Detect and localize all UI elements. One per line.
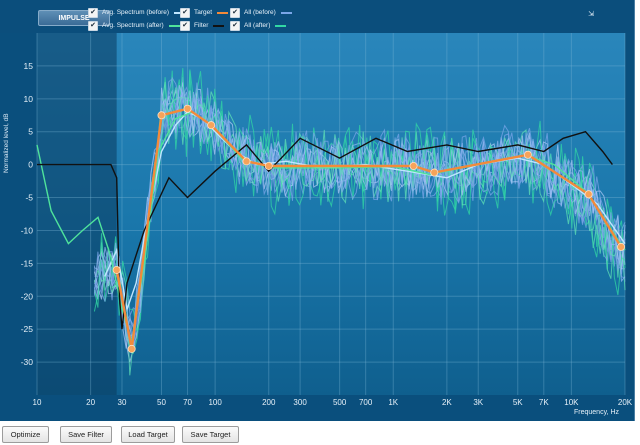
target-point-handle[interactable] <box>112 265 121 274</box>
save-target-button[interactable]: Save Target <box>182 426 239 443</box>
x-tick-label: 300 <box>293 398 307 407</box>
x-tick-label: 10K <box>564 398 579 407</box>
x-tick-label: 700 <box>359 398 373 407</box>
target-point-handle[interactable] <box>242 157 251 166</box>
load-target-button[interactable]: Load Target <box>121 426 175 443</box>
target-point-handle[interactable] <box>183 104 192 113</box>
x-tick-label: 20 <box>86 398 95 407</box>
x-tick-label: 1K <box>388 398 398 407</box>
x-tick-label: 10 <box>33 398 42 407</box>
y-tick-label: -25 <box>21 324 34 334</box>
target-point-handle[interactable] <box>127 344 136 353</box>
x-axis-title: Frequency, Hz <box>574 409 619 416</box>
x-tick-label: 500 <box>333 398 347 407</box>
filter-editor-window: IMPULSE ✔ Avg. Spectrum (before) ✔ Targe… <box>0 0 640 445</box>
x-tick-label: 5K <box>513 398 523 407</box>
y-tick-label: -10 <box>21 225 34 235</box>
y-tick-label: -30 <box>21 357 34 367</box>
x-tick-label: 30 <box>118 398 127 407</box>
frequency-response-chart: 10 20 30 50 70 100 200 300 500 700 1K 2K 3K 5K 7K 10K 20… <box>21 33 633 407</box>
x-tick-label: 70 <box>183 398 192 407</box>
y-tick-label: 15 <box>24 61 34 71</box>
y-tick-label: -20 <box>21 291 34 301</box>
y-tick-label: 5 <box>28 127 33 137</box>
target-point-handle[interactable] <box>157 111 166 120</box>
y-axis-title: Normalized level, dB <box>3 113 13 173</box>
x-tick-label: 20K <box>618 398 633 407</box>
target-point-handle[interactable] <box>523 150 532 159</box>
x-tick-label: 2K <box>442 398 452 407</box>
excluded-low-band <box>37 33 117 395</box>
target-point-handle[interactable] <box>207 121 216 130</box>
target-point-handle[interactable] <box>409 161 418 170</box>
x-tick-label: 100 <box>208 398 222 407</box>
target-point-handle[interactable] <box>617 242 626 251</box>
target-point-handle[interactable] <box>584 190 593 199</box>
y-tick-label: 10 <box>24 94 34 104</box>
save-filter-button[interactable]: Save Filter <box>60 426 112 443</box>
x-tick-label: 200 <box>262 398 276 407</box>
y-tick-label: -5 <box>25 193 33 203</box>
chart-panel: IMPULSE ✔ Avg. Spectrum (before) ✔ Targe… <box>0 0 635 421</box>
optimize-button[interactable]: Optimize <box>2 426 49 443</box>
y-tick-label: 0 <box>28 160 33 170</box>
x-tick-label: 7K <box>539 398 549 407</box>
x-tick-label: 3K <box>473 398 483 407</box>
x-tick-label: 50 <box>157 398 166 407</box>
y-axis-title-text: Normalized level, dB <box>3 113 10 173</box>
y-tick-label: -15 <box>21 258 34 268</box>
target-point-handle[interactable] <box>430 168 439 177</box>
target-point-handle[interactable] <box>264 161 273 170</box>
